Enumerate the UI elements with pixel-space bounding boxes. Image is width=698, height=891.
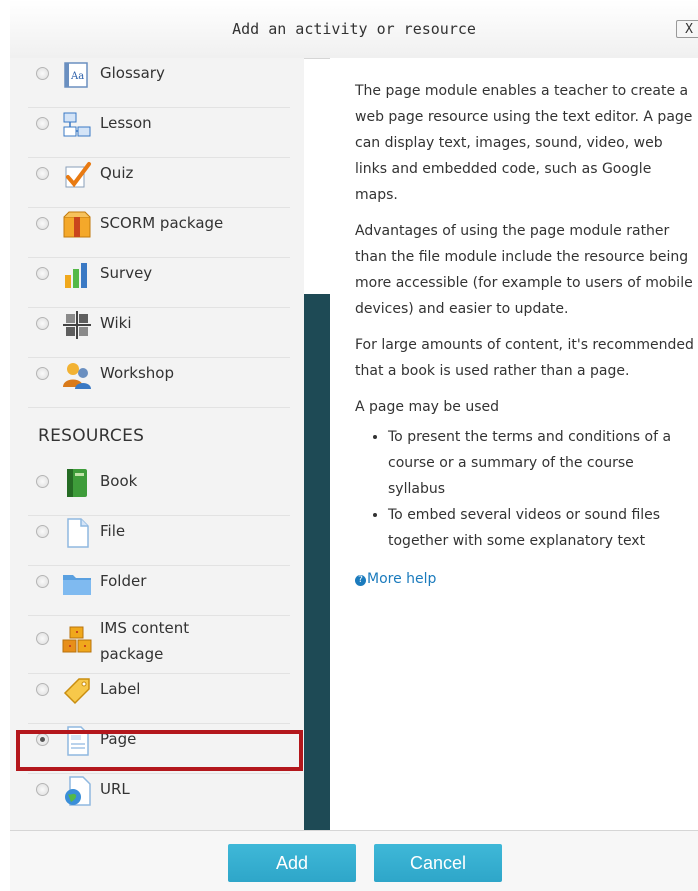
- more-help-label: More help: [367, 571, 437, 587]
- option-lesson[interactable]: Lesson: [28, 108, 290, 158]
- option-label: Glossary: [100, 64, 165, 82]
- option-scorm-package[interactable]: SCORM package: [28, 208, 290, 258]
- option-label: URL: [100, 780, 130, 798]
- add-activity-dialog: Add an activity or resource X Aa Glossar…: [0, 0, 698, 891]
- selection-highlight-box: [16, 730, 303, 771]
- wiki-icon: [63, 311, 91, 339]
- usage-list-item: To embed several videos or sound files t…: [388, 502, 695, 554]
- option-label: Folder: [100, 572, 147, 590]
- radio-button[interactable]: [36, 267, 49, 280]
- option-glossary[interactable]: Aa Glossary: [28, 58, 290, 108]
- option-label: Label: [100, 680, 141, 698]
- svg-text:Aa: Aa: [70, 71, 84, 82]
- option-label-line2: package: [100, 645, 164, 663]
- url-icon: [65, 776, 91, 806]
- survey-icon: [65, 263, 87, 288]
- option-label: SCORM package: [100, 214, 224, 232]
- option-label: Book: [100, 472, 138, 490]
- option-workshop[interactable]: Workshop: [28, 358, 290, 408]
- radio-button[interactable]: [36, 367, 49, 380]
- label-icon: [63, 678, 90, 705]
- lesson-icon: [63, 112, 91, 137]
- more-help-link[interactable]: ? More help: [355, 566, 436, 592]
- radio-button[interactable]: [36, 67, 49, 80]
- help-icon: ?: [355, 575, 366, 586]
- radio-button[interactable]: [36, 167, 49, 180]
- option-label: Wiki: [100, 314, 132, 332]
- cancel-button[interactable]: Cancel: [374, 844, 502, 882]
- option-file[interactable]: File: [28, 516, 290, 566]
- option-label: Workshop: [100, 364, 175, 382]
- scrollbar-thumb[interactable]: [304, 294, 330, 830]
- description-paragraph: A page may be used: [355, 399, 500, 415]
- option-ims-content-package[interactable]: IMS content package: [28, 616, 290, 674]
- radio-button[interactable]: [36, 217, 49, 230]
- resources-heading: RESOURCES: [38, 426, 145, 446]
- option-folder[interactable]: Folder: [28, 566, 290, 616]
- dialog-header: Add an activity or resource: [10, 0, 698, 59]
- option-label-line1: IMS content: [100, 619, 190, 637]
- file-icon: [67, 518, 89, 548]
- module-description: The page module enables a teacher to cre…: [355, 78, 695, 592]
- quiz-icon: [65, 162, 91, 188]
- add-button[interactable]: Add: [228, 844, 356, 882]
- radio-button[interactable]: [36, 783, 49, 796]
- scorm-package-icon: [63, 211, 91, 238]
- option-url[interactable]: URL: [28, 774, 290, 824]
- option-label: File: [100, 522, 126, 540]
- dialog-title: Add an activity or resource: [232, 20, 476, 38]
- folder-icon: [63, 575, 91, 595]
- description-paragraph: For large amounts of content, it's recom…: [355, 337, 694, 379]
- close-button[interactable]: X: [676, 20, 698, 38]
- radio-button[interactable]: [36, 317, 49, 330]
- radio-button[interactable]: [36, 475, 49, 488]
- option-label: Lesson: [100, 114, 152, 132]
- option-quiz[interactable]: Quiz: [28, 158, 290, 208]
- option-wiki[interactable]: Wiki: [28, 308, 290, 358]
- glossary-icon: Aa: [64, 62, 88, 88]
- radio-button[interactable]: [36, 683, 49, 696]
- book-icon: [67, 469, 87, 497]
- module-description-panel: The page module enables a teacher to cre…: [330, 58, 698, 830]
- description-paragraph: Advantages of using the page module rath…: [355, 223, 693, 317]
- radio-button[interactable]: [36, 632, 49, 645]
- dialog-footer: Add Cancel: [10, 830, 698, 891]
- workshop-icon: [63, 363, 91, 389]
- option-label: Survey: [100, 264, 153, 282]
- description-paragraph: The page module enables a teacher to cre…: [355, 83, 693, 203]
- module-list[interactable]: Aa Glossary Lesson Quiz SCORM package Su…: [10, 58, 304, 830]
- radio-button[interactable]: [36, 525, 49, 538]
- usage-list: To present the terms and conditions of a…: [355, 424, 695, 554]
- radio-button[interactable]: [36, 117, 49, 130]
- usage-list-item: To present the terms and conditions of a…: [388, 424, 695, 502]
- radio-button[interactable]: [36, 575, 49, 588]
- ims-content-package-icon: [62, 626, 92, 653]
- option-survey[interactable]: Survey: [28, 258, 290, 308]
- option-label-resource[interactable]: Label: [28, 674, 290, 724]
- option-label: Quiz: [100, 164, 134, 182]
- option-book[interactable]: Book: [28, 466, 290, 516]
